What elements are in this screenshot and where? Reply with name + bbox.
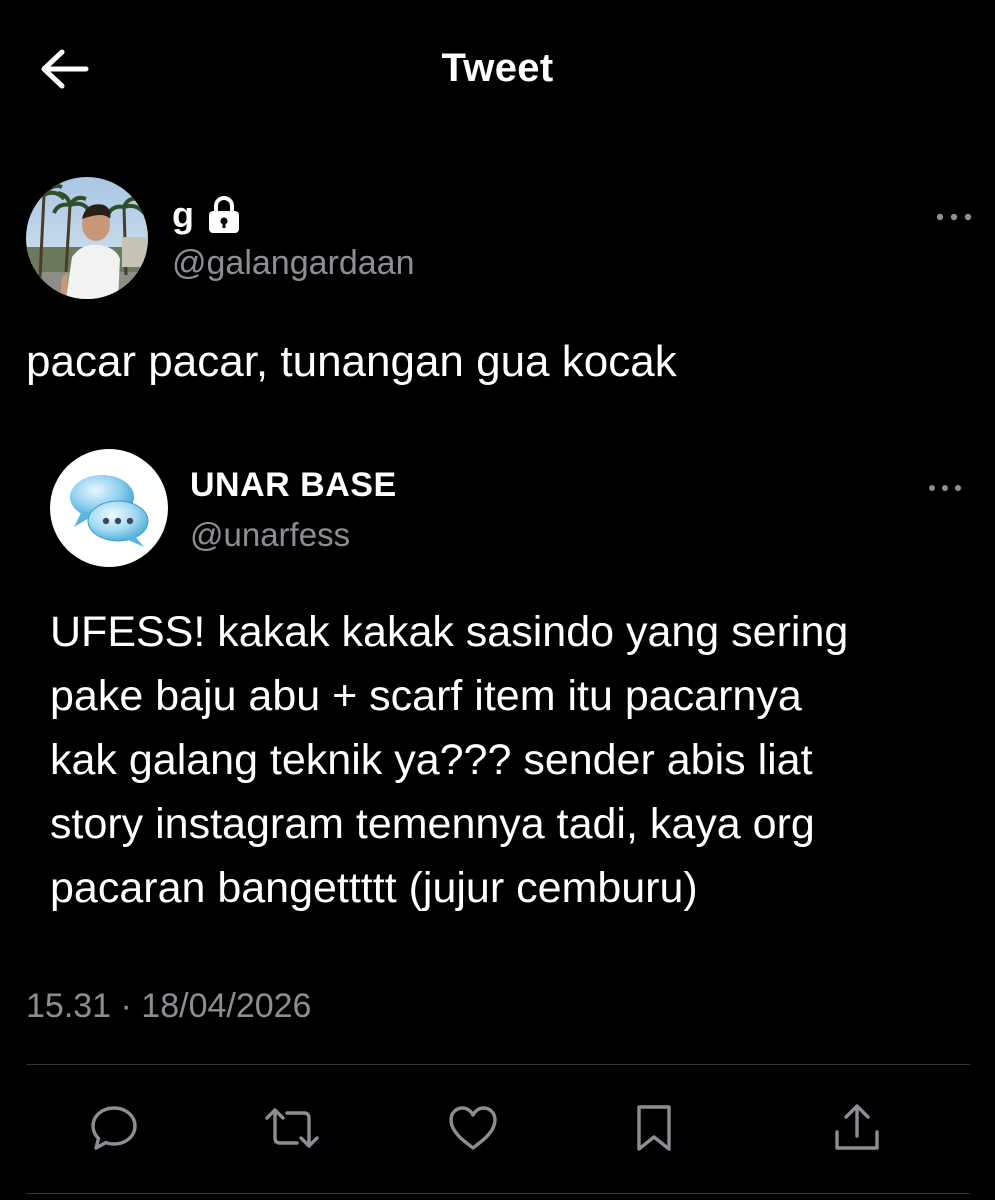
profile-photo [26, 177, 148, 299]
author-name-row: g [172, 190, 242, 240]
top-bar: Tweet [0, 0, 995, 140]
share-button[interactable] [825, 1096, 889, 1160]
chat-bubbles-icon [70, 475, 149, 547]
divider [26, 1193, 970, 1194]
heart-icon [449, 1106, 497, 1150]
author-handle[interactable]: @galangardaan [172, 244, 414, 283]
lock-icon [209, 196, 239, 233]
tweet-timestamp[interactable]: 15.31 · 18/04/2026 [26, 987, 311, 1026]
reply-icon [91, 1106, 137, 1150]
more-options-button[interactable] [930, 205, 978, 229]
action-bar [26, 1096, 970, 1160]
bookmark-icon [637, 1105, 671, 1151]
reply-button[interactable] [82, 1096, 146, 1160]
share-icon [835, 1104, 879, 1150]
quoted-author-handle[interactable]: @unarfess [190, 516, 350, 554]
quoted-avatar[interactable] [50, 449, 168, 567]
retweet-icon [265, 1108, 319, 1148]
author-display-name[interactable]: g [172, 194, 194, 236]
quoted-author-display-name[interactable]: UNAR BASE [190, 466, 397, 505]
quoted-tweet-text: UFESS! kakak kakak sasindo yang sering p… [50, 608, 849, 912]
quoted-more-options-button[interactable] [921, 476, 969, 500]
more-horizontal-icon [936, 213, 972, 221]
more-horizontal-icon [929, 485, 961, 491]
like-button[interactable] [441, 1096, 505, 1160]
quoted-tweet[interactable]: UNAR BASE @unarfess UFESS! kakak kakak s… [26, 432, 968, 952]
tweet-text: pacar pacar, tunangan gua kocak [26, 337, 677, 386]
retweet-button[interactable] [260, 1096, 324, 1160]
page-title: Tweet [441, 46, 554, 90]
divider [26, 1064, 970, 1065]
avatar[interactable] [26, 177, 148, 299]
bookmark-button[interactable] [622, 1096, 686, 1160]
